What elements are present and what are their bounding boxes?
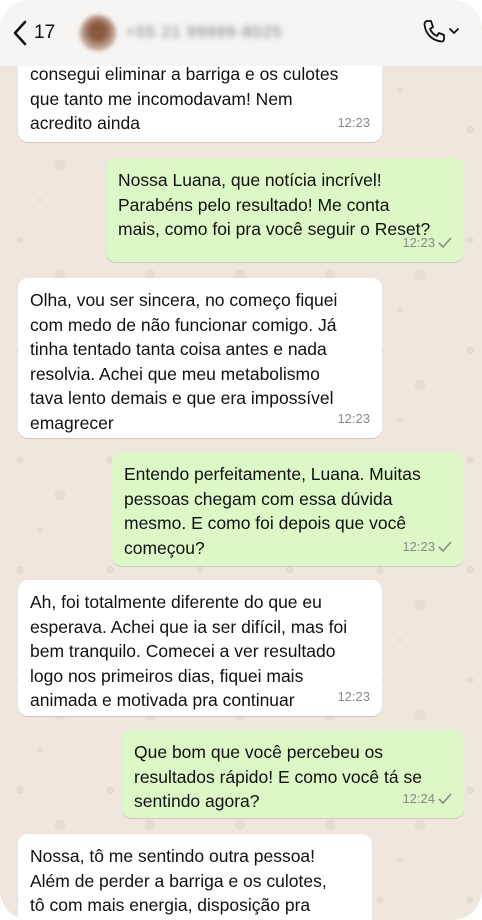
message-outgoing[interactable]: Entendo perfeitamente, Luana. Muitas pes… xyxy=(112,452,464,566)
chevron-left-icon xyxy=(13,20,27,46)
avatar[interactable] xyxy=(80,15,116,51)
message-meta: 12:23 xyxy=(402,231,452,256)
unread-count: 17 xyxy=(34,22,56,43)
message-meta: 12:23 xyxy=(337,407,370,432)
sent-check-icon xyxy=(438,793,452,805)
phone-icon xyxy=(423,20,445,43)
back-button[interactable]: 17 xyxy=(12,20,55,46)
message-incoming[interactable]: Nossa, tô me sentindo outra pessoa! Além… xyxy=(18,834,372,920)
chevron-down-icon xyxy=(449,28,459,35)
message-text: Olha, vou ser sincera, no começo fiquei … xyxy=(30,290,338,433)
sent-check-icon xyxy=(438,541,452,553)
message-meta: 12:23 xyxy=(402,535,452,560)
message-time: 12:23 xyxy=(337,410,370,426)
message-text: Ah, foi totalmente diferente do que eu e… xyxy=(30,592,348,710)
message-time: 12:23 xyxy=(402,234,435,250)
phone-screen: consegui eliminar a barriga e os culotes… xyxy=(0,0,482,920)
message-meta: 12:24 xyxy=(402,787,452,812)
message-outgoing[interactable]: Nossa Luana, que notícia incrível! Parab… xyxy=(106,158,464,262)
chat-header: 17 +55 21 99999-8025 xyxy=(0,0,482,66)
message-incoming[interactable]: Ah, foi totalmente diferente do que eu e… xyxy=(18,580,382,716)
message-text: Nossa, tô me sentindo outra pessoa! Além… xyxy=(30,846,327,915)
message-outgoing[interactable]: Que bom que você percebeu os resultados … xyxy=(122,730,464,818)
message-meta: 12:23 xyxy=(337,685,370,710)
message-time: 12:23 xyxy=(337,114,370,130)
message-time: 12:23 xyxy=(337,688,370,704)
message-incoming[interactable]: Olha, vou ser sincera, no começo fiquei … xyxy=(18,278,382,438)
chat-area[interactable]: consegui eliminar a barriga e os culotes… xyxy=(0,0,482,920)
contact-name[interactable]: +55 21 99999-8025 xyxy=(126,24,282,42)
message-time: 12:24 xyxy=(402,790,435,806)
message-text: consegui eliminar a barriga e os culotes… xyxy=(30,64,339,133)
sent-check-icon xyxy=(438,237,452,249)
message-time: 12:23 xyxy=(402,538,435,554)
message-meta: 12:23 xyxy=(337,111,370,136)
call-button[interactable] xyxy=(422,18,460,44)
